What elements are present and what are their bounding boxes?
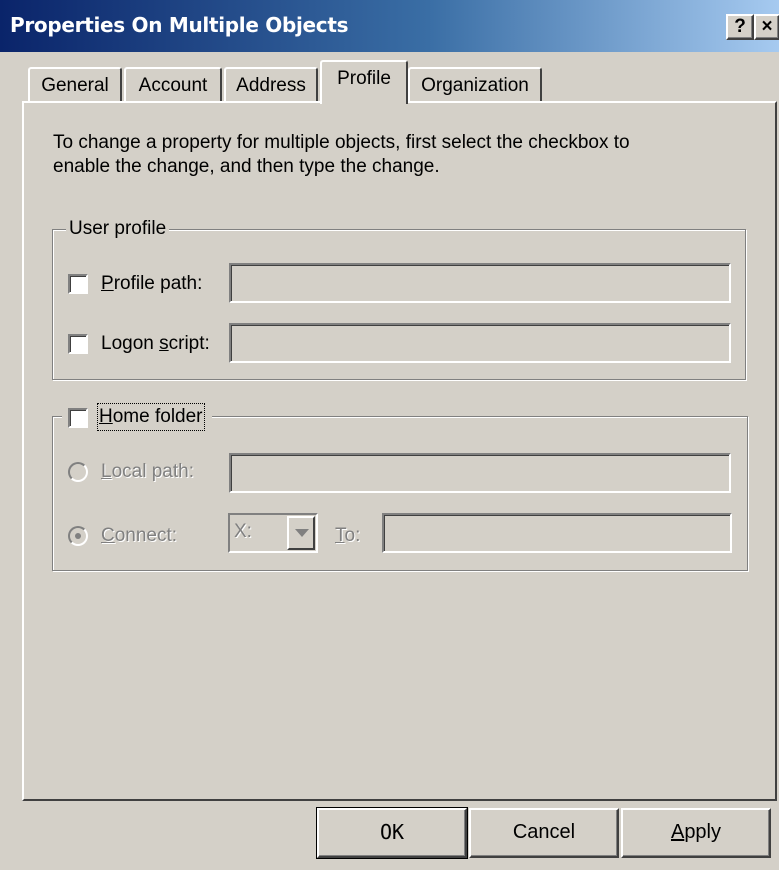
home-folder-mnemonic: H	[99, 406, 113, 427]
profile-path-mnemonic: P	[101, 273, 114, 294]
instructions-line-2: enable the change, and then type the cha…	[53, 156, 440, 177]
tab-organization-label: Organization	[421, 75, 529, 96]
profile-path-label: Profile path:	[101, 271, 202, 297]
connect-to-input[interactable]	[382, 513, 732, 553]
connect-radio[interactable]	[68, 526, 88, 546]
help-icon: ?	[734, 16, 746, 37]
connect-radio-dot	[75, 533, 81, 539]
to-label: To:	[335, 523, 360, 549]
local-path-label-text: ocal path:	[111, 461, 194, 482]
close-icon: ×	[761, 16, 773, 37]
local-path-label: Local path:	[101, 459, 194, 485]
user-profile-group-label: User profile	[66, 217, 170, 241]
logon-script-checkbox[interactable]	[68, 334, 88, 354]
help-button[interactable]: ?	[726, 14, 754, 40]
ok-button-label: OK	[379, 820, 405, 844]
tab-address[interactable]: Address	[224, 67, 318, 102]
connect-label: Connect:	[101, 523, 177, 549]
chevron-down-icon[interactable]	[287, 516, 315, 550]
tab-profile-label: Profile	[337, 68, 391, 89]
apply-button-label: pply	[684, 821, 722, 843]
tab-general-label: General	[41, 75, 109, 96]
drive-letter-value: X:	[234, 521, 252, 542]
tab-address-label: Address	[236, 75, 306, 96]
connect-label-text: onnect:	[114, 525, 178, 546]
logon-script-mnemonic: s	[159, 333, 169, 354]
cancel-button[interactable]: Cancel	[469, 808, 619, 858]
tab-organization[interactable]: Organization	[408, 67, 542, 102]
instructions-line-1: To change a property for multiple object…	[53, 132, 630, 153]
logon-script-label-pre: Logon	[101, 333, 160, 354]
profile-path-input[interactable]	[229, 263, 731, 303]
title-bar[interactable]: Properties On Multiple Objects ? ×	[0, 0, 779, 52]
logon-script-input[interactable]	[229, 323, 731, 363]
tab-account-label: Account	[138, 75, 208, 96]
connect-mnemonic: C	[101, 525, 115, 546]
logon-script-label: Logon script:	[101, 331, 210, 357]
cancel-button-label: Cancel	[512, 821, 576, 843]
tab-account[interactable]: Account	[124, 67, 222, 102]
drive-letter-dropdown[interactable]: X:	[228, 513, 318, 553]
local-path-input[interactable]	[229, 453, 731, 493]
apply-mnemonic: A	[670, 821, 685, 843]
profile-path-label-text: rofile path:	[113, 273, 203, 294]
tab-general[interactable]: General	[28, 67, 122, 102]
window-title: Properties On Multiple Objects	[10, 13, 349, 37]
profile-path-checkbox[interactable]	[68, 274, 88, 294]
logon-script-label-text: cript:	[168, 333, 210, 354]
ok-button[interactable]: OK	[316, 807, 468, 859]
local-path-mnemonic: L	[101, 461, 112, 482]
home-folder-label-text: ome folder	[112, 406, 203, 427]
to-mnemonic: T	[335, 525, 345, 546]
apply-button[interactable]: Apply	[621, 808, 771, 858]
home-folder-checkbox[interactable]	[68, 408, 88, 428]
local-path-radio[interactable]	[68, 462, 88, 482]
properties-dialog: Properties On Multiple Objects ? × Gener…	[0, 0, 779, 870]
to-label-text: o:	[344, 525, 361, 546]
close-button[interactable]: ×	[754, 14, 779, 40]
tab-profile[interactable]: Profile	[320, 60, 408, 104]
home-folder-label: Home folder	[97, 403, 205, 431]
